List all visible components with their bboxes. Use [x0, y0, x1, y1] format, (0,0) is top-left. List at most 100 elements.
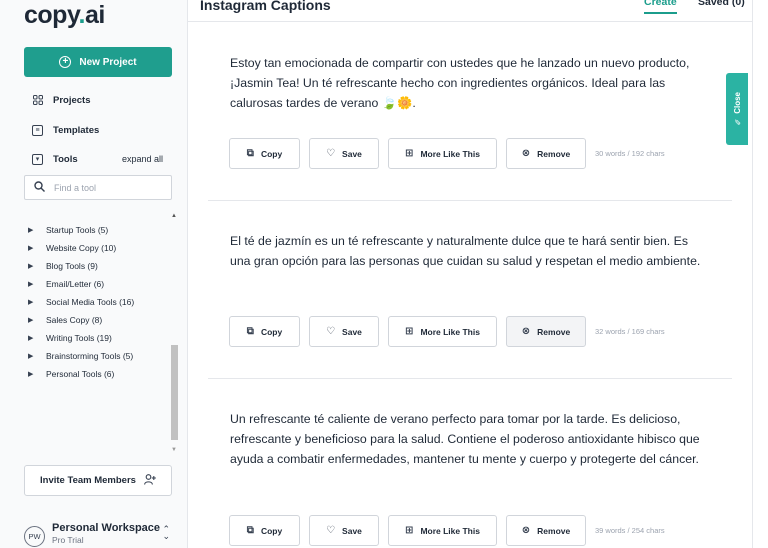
scroll-up-icon[interactable]: ▲: [171, 213, 177, 219]
tab-create[interactable]: Create: [644, 0, 677, 14]
result-text: Un refrescante té caliente de verano per…: [230, 412, 700, 467]
save-button[interactable]: ♡ Save: [309, 316, 379, 347]
remove-button[interactable]: ⊗ Remove: [506, 515, 586, 546]
more-like-this-button[interactable]: ⊞ More Like This: [388, 316, 497, 347]
result-actions: ⧉ Copy ♡ Save ⊞ More Like This ⊗ Remove 32 w…: [229, 316, 665, 347]
workspace-plan: Pro Trial: [52, 535, 84, 545]
close-label: Close: [732, 91, 742, 114]
header: Instagram Captions Create Saved (0): [188, 0, 752, 22]
plus-square-icon: ⊞: [405, 525, 414, 536]
tool-group-item[interactable]: ▶ Startup Tools (5): [28, 221, 134, 239]
plus-square-icon: ⊞: [405, 148, 414, 159]
tool-group-label: Writing Tools (19): [46, 333, 112, 343]
remove-button[interactable]: ⊗ Remove: [506, 138, 586, 169]
remove-circle-icon: ⊗: [521, 525, 531, 536]
find-tool-search[interactable]: [24, 175, 172, 200]
save-button[interactable]: ♡ Save: [309, 138, 379, 169]
copy-label: Copy: [260, 148, 283, 159]
result-card: Estoy tan emocionada de compartir con us…: [208, 22, 732, 201]
tool-group-item[interactable]: ▶ Sales Copy (8): [28, 311, 134, 329]
heart-icon: ♡: [326, 326, 336, 337]
result-actions: ⧉ Copy ♡ Save ⊞ More Like This ⊗ Remove 39 w…: [229, 515, 665, 546]
copy-label: Copy: [260, 525, 283, 536]
tool-group-item[interactable]: ▶ Brainstorming Tools (5): [28, 347, 134, 365]
remove-label: Remove: [537, 148, 571, 159]
tool-group-label: Sales Copy (8): [46, 315, 103, 325]
result-card: El té de jazmín es un té refrescante y n…: [208, 201, 732, 379]
tools-icon: ▾: [32, 153, 43, 165]
save-label: Save: [342, 326, 362, 337]
grid-icon: [32, 95, 43, 106]
word-count: 30 words / 192 chars: [595, 149, 665, 158]
workspace-name: Personal Workspace: [52, 522, 161, 534]
scrollbar-thumb[interactable]: [171, 345, 178, 440]
sidebar-item-tools[interactable]: ▾ Tools: [32, 150, 78, 168]
tab-saved[interactable]: Saved (0): [698, 0, 745, 8]
more-like-this-button[interactable]: ⊞ More Like This: [388, 515, 497, 546]
plus-circle-icon: +: [59, 56, 72, 68]
caret-right-icon: ▶: [28, 227, 34, 234]
main-content: Instagram Captions Create Saved (0) Esto…: [188, 0, 752, 548]
workspace-avatar: PW: [24, 526, 45, 547]
document-icon: ≡: [32, 124, 43, 136]
tool-group-item[interactable]: ▶ Writing Tools (19): [28, 329, 134, 347]
word-count: 39 words / 254 chars: [595, 526, 665, 535]
remove-button[interactable]: ⊗ Remove: [506, 316, 586, 347]
caret-right-icon: ▶: [28, 317, 34, 324]
save-button[interactable]: ♡ Save: [309, 515, 379, 546]
result-text: El té de jazmín es un té refrescante y n…: [230, 234, 701, 269]
tool-group-item[interactable]: ▶ Blog Tools (9): [28, 257, 134, 275]
find-tool-input[interactable]: [54, 182, 154, 193]
sidebar-item-label: Templates: [53, 124, 100, 136]
tool-group-label: Blog Tools (9): [46, 261, 98, 271]
copy-icon: ⧉: [246, 525, 254, 536]
sidebar-item-label: Tools: [53, 153, 78, 165]
heart-icon: ♡: [326, 148, 336, 159]
copy-button[interactable]: ⧉ Copy: [229, 138, 300, 169]
caret-right-icon: ▶: [28, 299, 34, 306]
remove-label: Remove: [537, 525, 571, 536]
logo-text: copy: [24, 1, 79, 29]
tool-groups-list: ▶ Startup Tools (5) ▶ Website Copy (10) ▶ B…: [28, 221, 134, 383]
sidebar-item-templates[interactable]: ≡ Templates: [32, 121, 99, 139]
plus-square-icon: ⊞: [405, 326, 414, 337]
sidebar: copy.ai + New Project Projects ≡ Templat…: [0, 0, 188, 548]
caret-right-icon: ▶: [28, 263, 34, 270]
invite-team-members-button[interactable]: Invite Team Members: [24, 465, 172, 496]
sidebar-item-projects[interactable]: Projects: [32, 91, 91, 109]
result-card: Un refrescante té caliente de verano per…: [208, 379, 732, 548]
search-icon: [34, 180, 45, 195]
result-actions: ⧉ Copy ♡ Save ⊞ More Like This ⊗ Remove 30 w…: [229, 138, 665, 169]
copy-button[interactable]: ⧉ Copy: [229, 515, 300, 546]
close-panel-tab[interactable]: Close ✎: [726, 73, 748, 145]
more-like-this-button[interactable]: ⊞ More Like This: [388, 138, 497, 169]
caret-right-icon: ▶: [28, 335, 34, 342]
logo[interactable]: copy.ai: [24, 0, 105, 30]
caret-right-icon: ▶: [28, 353, 34, 360]
copy-icon: ⧉: [246, 326, 254, 337]
more-like-this-label: More Like This: [420, 148, 480, 159]
tool-group-label: Website Copy (10): [46, 243, 117, 253]
sidebar-item-label: Projects: [53, 94, 91, 106]
word-count: 32 words / 169 chars: [595, 327, 665, 336]
new-project-button[interactable]: + New Project: [24, 47, 172, 77]
save-label: Save: [342, 148, 362, 159]
tool-group-label: Personal Tools (6): [46, 369, 115, 379]
copy-label: Copy: [260, 326, 283, 337]
scroll-down-icon[interactable]: ▼: [171, 447, 177, 453]
tool-group-item[interactable]: ▶ Website Copy (10): [28, 239, 134, 257]
tool-group-label: Brainstorming Tools (5): [46, 351, 134, 361]
logo-suffix: ai: [84, 1, 105, 29]
tools-scrollbar[interactable]: ▲ ▼: [169, 213, 179, 453]
tool-group-item[interactable]: ▶ Email/Letter (6): [28, 275, 134, 293]
divider: [752, 0, 753, 548]
remove-circle-icon: ⊗: [521, 148, 531, 159]
workspace-switcher[interactable]: PW Personal Workspace Pro Trial ⌃ ⌄: [24, 520, 174, 548]
caret-right-icon: ▶: [28, 281, 34, 288]
caret-right-icon: ▶: [28, 371, 34, 378]
tool-group-item[interactable]: ▶ Personal Tools (6): [28, 365, 134, 383]
copy-button[interactable]: ⧉ Copy: [229, 316, 300, 347]
tool-group-label: Startup Tools (5): [46, 225, 109, 235]
expand-all-link[interactable]: expand all: [122, 154, 163, 164]
tool-group-item[interactable]: ▶ Social Media Tools (16): [28, 293, 134, 311]
